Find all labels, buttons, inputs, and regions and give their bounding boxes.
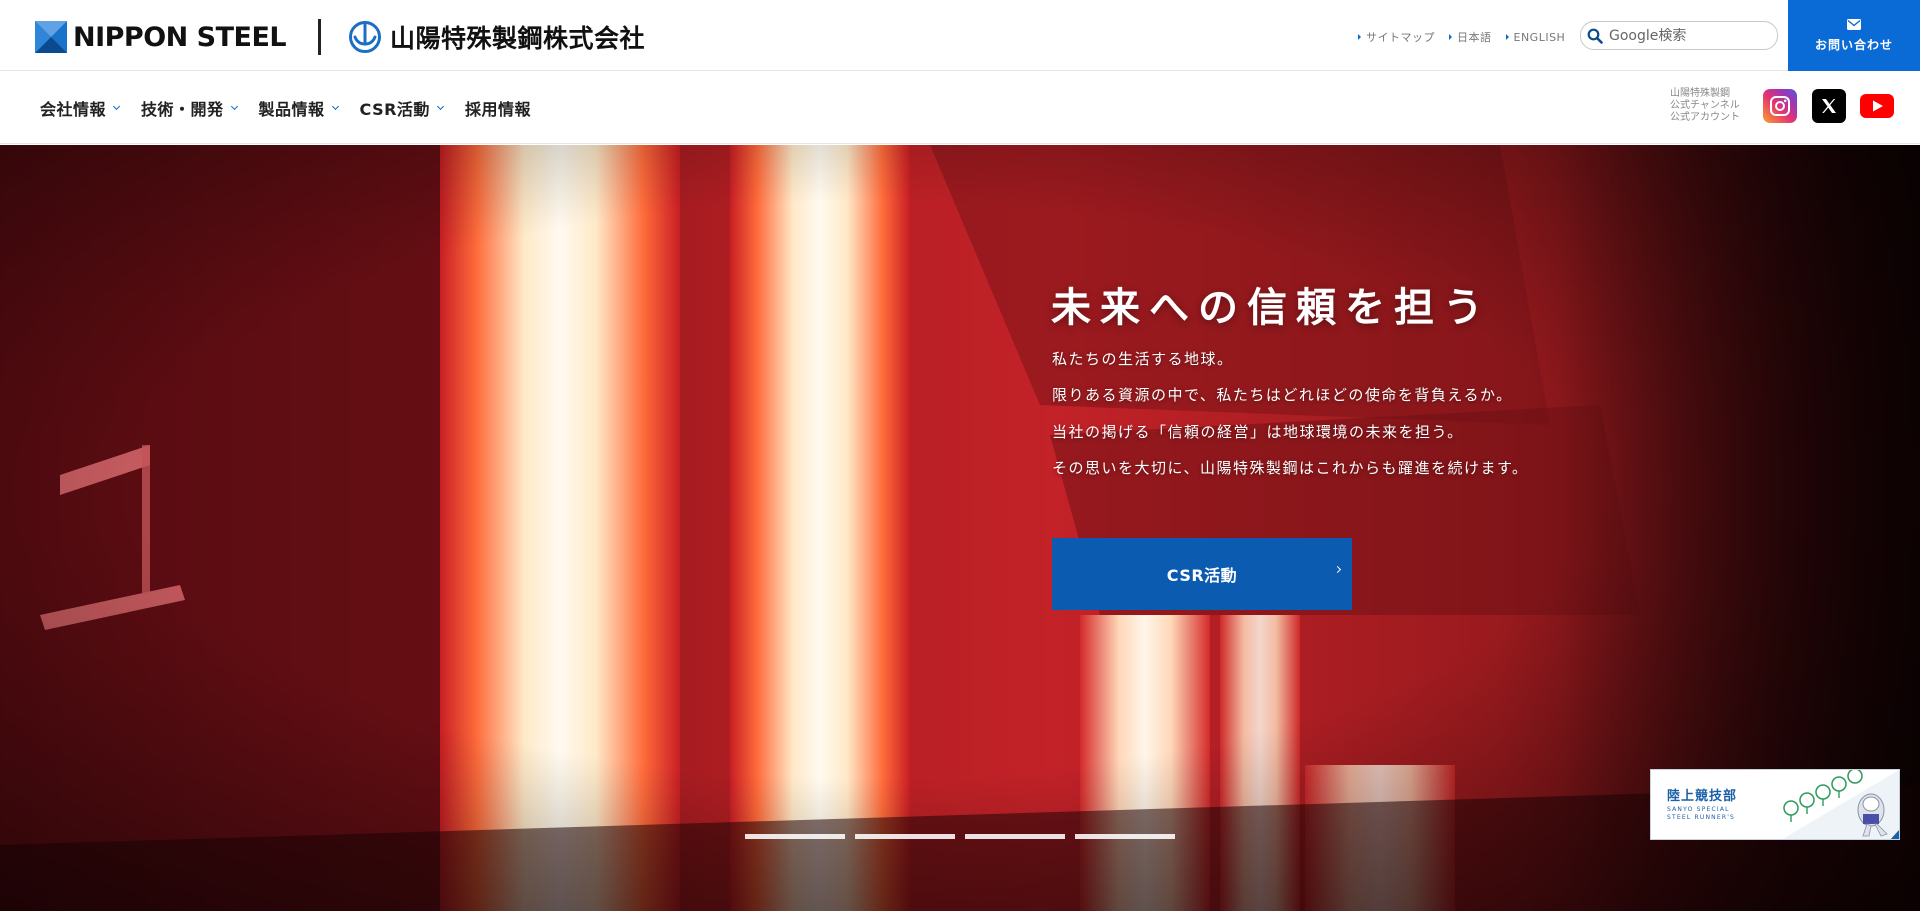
contact-button[interactable]: お問い合わせ [1788,0,1920,71]
slider-pagination [745,834,1175,839]
x-icon[interactable] [1812,89,1846,123]
nav-item-csr[interactable]: CSR活動 [359,96,444,120]
youtube-icon[interactable] [1860,89,1894,123]
logo-divider [318,19,321,55]
nav-items: 会社情報 技術・開発 製品情報 CSR活動 採用情報 [40,96,553,120]
hero-text-line: その思いを大切に、山陽特殊製鋼はこれからも躍進を続けます。 [1052,459,1529,477]
chevron-right-icon [1333,565,1342,574]
nav-item-label: 製品情報 [258,100,325,119]
nav-item-recruit[interactable]: 採用情報 [465,96,531,120]
hero-title: 未来への信頼を担う [1051,285,1492,331]
company-wordmark: 山陽特殊製鋼株式会社 [390,24,646,53]
search-box [1580,21,1778,50]
nippon-steel-logo[interactable]: NIPPON STEEL [35,20,287,54]
header-top: NIPPON STEEL 山陽特殊製鋼株式会社 サイトマップ 日本語 ENGLI… [0,0,1920,71]
social-label: 山陽特殊製鋼 公式チャンネル 公式アカウント [1670,88,1740,123]
sanyo-mark-icon [349,21,381,53]
cta-label: CSR活動 [1166,566,1238,585]
nav-item-technology[interactable]: 技術・開発 [141,96,238,120]
chevron-down-icon [436,102,444,111]
nippon-steel-wordmark: NIPPON STEEL [73,21,287,53]
hero-text-line: 私たちの生活する地球。 [1052,350,1234,368]
hero-slider: 未来への信頼を担う 私たちの生活する地球。 限りある資源の中で、私たちはどれほど… [0,145,1920,911]
slider-dot[interactable] [855,834,955,839]
hero-background-image [0,145,1920,911]
nippon-steel-mark-icon [35,21,67,53]
company-logo[interactable]: 山陽特殊製鋼株式会社 [348,20,645,54]
instagram-icon[interactable] [1763,89,1797,123]
nav-item-products[interactable]: 製品情報 [258,96,339,120]
nav-item-label: 会社情報 [40,100,107,119]
chevron-down-icon [230,102,238,111]
banner-subtitle: SANYO SPECIAL STEEL RUNNER'S [1667,806,1736,821]
nav-item-company[interactable]: 会社情報 [40,96,121,120]
track-team-banner[interactable]: 陸上競技部 SANYO SPECIAL STEEL RUNNER'S [1650,769,1900,840]
nav-item-label: 採用情報 [464,100,531,119]
csr-cta-button[interactable]: CSR活動 [1052,538,1352,610]
nav-item-label: 技術・開発 [141,100,224,119]
slider-dot[interactable] [1075,834,1175,839]
hero-text-line: 当社の掲げる「信頼の経営」は地球環境の未来を担う。 [1052,423,1464,441]
search-icon[interactable] [1581,22,1609,50]
main-nav: 会社情報 技術・開発 製品情報 CSR活動 採用情報 山陽特殊製鋼 公式チャンネ… [0,72,1920,144]
contact-label: お問い合わせ [1814,37,1893,52]
chevron-down-icon [112,102,121,111]
runner-mascot-illustration [1782,770,1899,839]
nav-item-label: CSR活動 [359,100,430,119]
slider-dot[interactable] [965,834,1065,839]
sitemap-link[interactable]: サイトマップ [1358,29,1435,45]
utility-links: サイトマップ 日本語 ENGLISH [1358,29,1565,45]
search-input[interactable] [1609,27,1759,44]
mail-icon [1847,18,1861,30]
chevron-down-icon [331,102,339,111]
english-link[interactable]: ENGLISH [1506,29,1566,45]
japanese-link[interactable]: 日本語 [1449,29,1492,45]
banner-title: 陸上競技部 [1667,789,1738,804]
hero-text-line: 限りある資源の中で、私たちはどれほどの使命を背負えるか。 [1052,386,1513,404]
slider-dot[interactable] [745,834,845,839]
